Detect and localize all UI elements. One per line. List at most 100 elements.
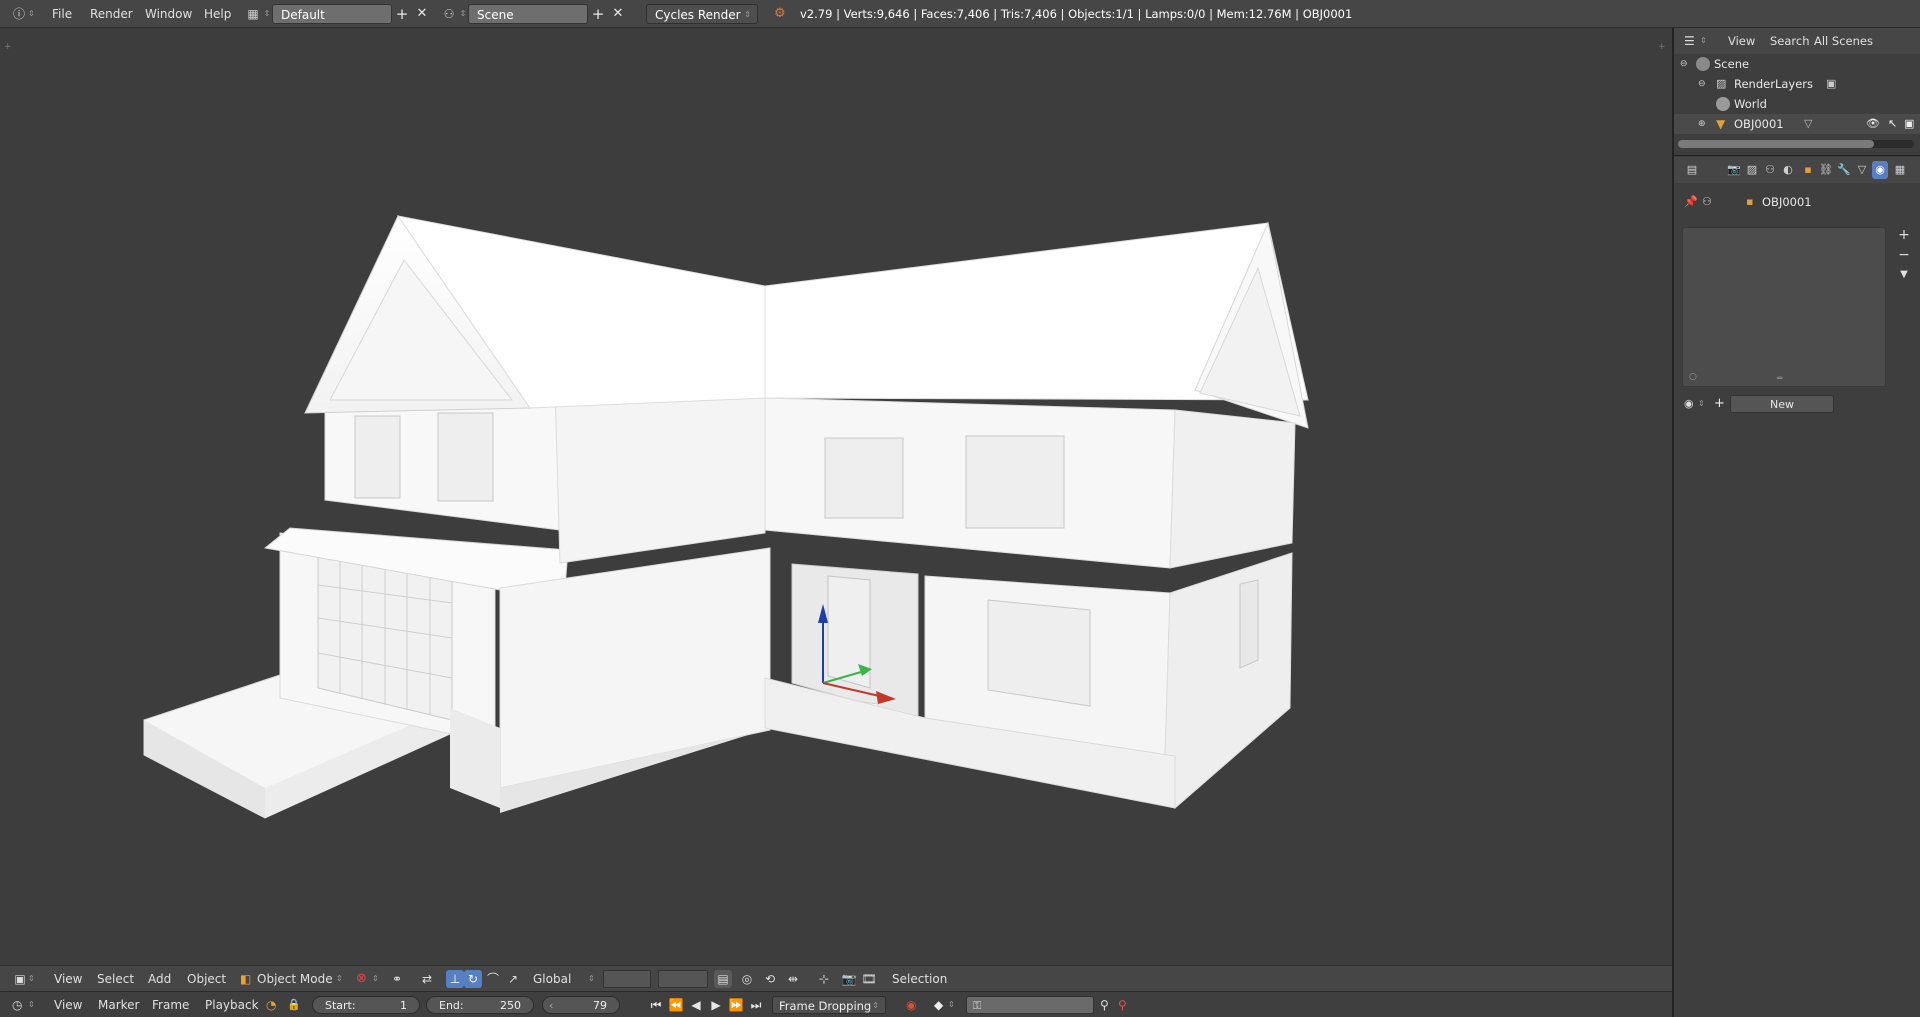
- playback-menu[interactable]: Playback: [205, 992, 259, 1017]
- layer-buttons-a[interactable]: [603, 970, 651, 988]
- outliner-row-world[interactable]: World: [1674, 94, 1920, 114]
- pin-icon[interactable]: 📌: [1684, 191, 1698, 213]
- jump-to-keyframe-forward-icon[interactable]: ⏩: [727, 992, 745, 1017]
- orientation-dropdown-arrow-icon[interactable]: ⇕: [588, 966, 595, 992]
- outliner-view-menu[interactable]: View: [1728, 28, 1755, 54]
- render-layer-toggle-icon[interactable]: ▣: [1826, 74, 1836, 94]
- add-slot-button[interactable]: +: [1896, 227, 1912, 243]
- render-layers-tab-icon[interactable]: ▨: [1744, 161, 1760, 179]
- material-browse-icon[interactable]: ◉: [1684, 393, 1694, 415]
- record-keyframe-icon[interactable]: ◉: [906, 992, 916, 1017]
- insert-keyframe-icon[interactable]: ⚲: [1100, 992, 1109, 1017]
- select-menu[interactable]: Select: [97, 966, 134, 992]
- material-slot-list[interactable]: ○ ═: [1682, 227, 1886, 387]
- world-tab-icon[interactable]: ◐: [1780, 161, 1796, 179]
- new-material-button[interactable]: New: [1730, 395, 1834, 413]
- add-scene-button[interactable]: +: [590, 0, 606, 28]
- selectable-cursor-icon[interactable]: ↖: [1888, 114, 1897, 134]
- transform-orientation-dropdown[interactable]: Global: [533, 966, 571, 992]
- scene-field[interactable]: Scene: [468, 4, 588, 24]
- texture-tab-icon[interactable]: ▦: [1892, 161, 1908, 179]
- menu-help[interactable]: Help: [204, 0, 231, 28]
- menu-window[interactable]: Window: [145, 0, 192, 28]
- scene-tab-icon[interactable]: ⚇: [1762, 161, 1778, 179]
- new-material-plus-icon[interactable]: +: [1714, 393, 1725, 415]
- display-mode-dropdown[interactable]: All Scenes: [1814, 28, 1873, 54]
- editor-type-dropdown-icon[interactable]: ⇕: [28, 966, 35, 992]
- remove-scene-button[interactable]: ✕: [610, 0, 626, 28]
- lock-time-cursor-icon[interactable]: 🔒: [287, 992, 301, 1017]
- add-menu[interactable]: Add: [148, 966, 171, 992]
- marker-menu[interactable]: Marker: [98, 992, 139, 1017]
- translate-manipulator-icon[interactable]: ⊥: [446, 970, 464, 988]
- shading-dropdown-arrow-icon[interactable]: ⇕: [372, 966, 379, 992]
- opengl-render-animation-icon[interactable]: 🎞: [860, 970, 878, 988]
- sync-mode-dropdown[interactable]: Frame Dropping ⇕: [772, 996, 886, 1014]
- collapse-toggle-icon[interactable]: ⊕: [1698, 114, 1706, 134]
- active-keying-set-field[interactable]: ⚿: [966, 996, 1094, 1014]
- visibility-eye-icon[interactable]: 👁: [1866, 114, 1880, 134]
- object-tab-icon[interactable]: ▪: [1800, 161, 1816, 179]
- constraints-tab-icon[interactable]: ⛓: [1818, 161, 1834, 179]
- renderable-camera-icon[interactable]: ▣: [1904, 114, 1914, 134]
- preview-range-icon[interactable]: ◔: [266, 992, 276, 1017]
- viewport-shading-icon[interactable]: ⊗: [356, 966, 367, 992]
- outliner-scrollbar[interactable]: [1678, 140, 1914, 148]
- jump-to-end-icon[interactable]: ⏭: [747, 992, 765, 1017]
- view-menu[interactable]: View: [54, 966, 82, 992]
- jump-to-keyframe-back-icon[interactable]: ⏪: [667, 992, 685, 1017]
- current-frame-field[interactable]: ‹ 79: [542, 996, 620, 1014]
- remove-layout-button[interactable]: ✕: [414, 0, 430, 28]
- end-frame-field[interactable]: End: 250: [426, 996, 534, 1014]
- material-tab-icon[interactable]: ◉: [1872, 161, 1888, 179]
- browse-dropdown-arrow-icon[interactable]: ⇕: [1698, 393, 1705, 415]
- 3d-viewport[interactable]: + +: [0, 28, 1672, 965]
- editor-type-dropdown-icon[interactable]: ⇕: [28, 992, 35, 1017]
- delete-keyframe-icon[interactable]: ⚲: [1118, 992, 1127, 1017]
- play-reverse-icon[interactable]: ◀: [687, 992, 705, 1017]
- play-icon[interactable]: ▶: [707, 992, 725, 1017]
- remove-slot-button[interactable]: −: [1896, 247, 1912, 263]
- data-tab-icon[interactable]: ▽: [1854, 161, 1870, 179]
- menu-render[interactable]: Render: [90, 0, 133, 28]
- screen-layout-field[interactable]: Default: [272, 4, 392, 24]
- proportional-falloff-icon[interactable]: ⟲: [761, 970, 779, 988]
- timeline-icon[interactable]: ◷: [12, 992, 22, 1017]
- collapse-toggle-icon[interactable]: ⊖: [1698, 74, 1706, 94]
- modifiers-tab-icon[interactable]: 🔧: [1836, 161, 1852, 179]
- rotate-manipulator-icon[interactable]: ↻: [464, 970, 482, 988]
- object-menu[interactable]: Object: [187, 966, 226, 992]
- layer-buttons-b[interactable]: [658, 970, 708, 988]
- list-resize-grip-icon[interactable]: ═: [1777, 374, 1782, 384]
- pivot-point-icon[interactable]: ⚭: [392, 966, 402, 992]
- collapse-toggle-icon[interactable]: ⊖: [1680, 54, 1688, 74]
- snap-toggle-icon[interactable]: ⇹: [784, 970, 802, 988]
- snap-element-icon[interactable]: ⊹: [815, 970, 833, 988]
- outliner-row-obj0001[interactable]: ⊕ ▼ OBJ0001 ▽ 👁 ↖ ▣: [1674, 114, 1920, 134]
- outliner-icon[interactable]: ☰: [1684, 28, 1695, 54]
- mode-dropdown-arrow-icon[interactable]: ⇕: [336, 966, 343, 992]
- proportional-edit-icon[interactable]: ◎: [738, 970, 756, 988]
- render-tab-icon[interactable]: 📷: [1726, 161, 1742, 179]
- opengl-render-icon[interactable]: 📷: [840, 970, 858, 988]
- add-layout-button[interactable]: +: [394, 0, 410, 28]
- start-frame-field[interactable]: Start: 1: [312, 996, 420, 1014]
- jump-to-start-icon[interactable]: ⏮: [647, 992, 665, 1017]
- outliner-scrollbar-thumb[interactable]: [1678, 140, 1874, 148]
- keying-dropdown-arrow-icon[interactable]: ⇕: [948, 992, 955, 1017]
- properties-icon[interactable]: ▤: [1684, 161, 1700, 179]
- slot-specials-icon[interactable]: ▼: [1896, 269, 1912, 280]
- outliner-row-scene[interactable]: ⊖ Scene: [1674, 54, 1920, 74]
- scale-manipulator-icon[interactable]: ⌒: [484, 970, 502, 988]
- transform-tool-icon[interactable]: ↗: [504, 970, 522, 988]
- manipulator-toggle-icon[interactable]: ⇄: [422, 966, 432, 992]
- lock-camera-layer-icon[interactable]: ▤: [714, 970, 732, 988]
- editor-type-dropdown-icon[interactable]: ⇕: [28, 0, 38, 28]
- 3d-view-icon[interactable]: ▣: [10, 966, 30, 992]
- outliner-row-renderlayers[interactable]: ⊖ ▨ RenderLayers ▣: [1674, 74, 1920, 94]
- render-engine-dropdown[interactable]: Cycles Render ⇕: [646, 4, 758, 24]
- info-icon[interactable]: ⓘ: [8, 0, 30, 28]
- menu-file[interactable]: File: [52, 0, 72, 28]
- frame-decrement-icon[interactable]: ‹: [549, 997, 553, 1015]
- outliner-search-menu[interactable]: Search: [1770, 28, 1810, 54]
